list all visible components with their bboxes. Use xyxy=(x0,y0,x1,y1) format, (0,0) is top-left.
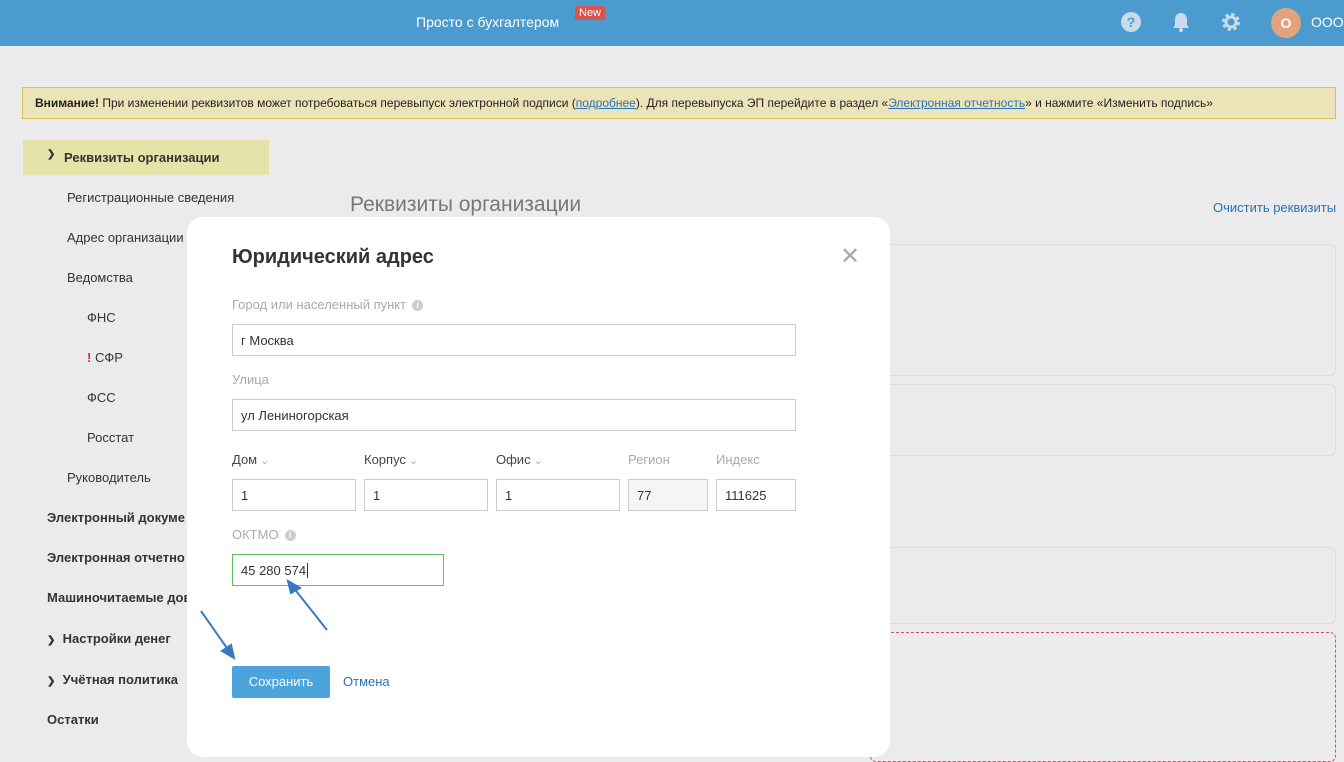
street-input[interactable]: ул Лениногорская xyxy=(232,399,796,431)
warning-text: ). Для перевыпуска ЭП перейдите в раздел… xyxy=(635,96,889,110)
korpus-label[interactable]: Корпус ⌄ xyxy=(364,452,418,467)
house-label[interactable]: Дом ⌄ xyxy=(232,452,269,467)
new-badge: New xyxy=(575,6,606,20)
sidebar-item[interactable]: Электронный докуме xyxy=(47,510,185,525)
sidebar-item[interactable]: ❯ Настройки денег xyxy=(47,631,171,646)
chevron-down-icon: ❯ xyxy=(47,149,56,160)
help-icon[interactable]: ? xyxy=(1120,11,1142,33)
sidebar-item[interactable]: Остатки xyxy=(47,712,99,727)
info-icon[interactable]: i xyxy=(284,530,296,541)
warning-text: При изменении реквизитов может потребова… xyxy=(98,96,576,110)
sidebar-item[interactable]: ФСС xyxy=(87,390,116,405)
sidebar-item[interactable]: ❯ Учётная политика xyxy=(47,672,178,687)
close-icon[interactable]: ✕ xyxy=(840,242,860,271)
info-icon[interactable]: i xyxy=(412,300,424,311)
cancel-link[interactable]: Отмена xyxy=(343,674,390,689)
index-label: Индекс xyxy=(716,452,760,467)
chevron-down-icon: ⌄ xyxy=(533,455,543,467)
details-link[interactable]: подробнее xyxy=(576,96,636,110)
region-input: 77 xyxy=(628,479,708,511)
page-title: Реквизиты организации xyxy=(350,193,582,216)
modal-title: Юридический адрес xyxy=(232,246,434,268)
warning-text: » и нажмите «Изменить подпись» xyxy=(1025,96,1213,110)
sidebar-item-label: Учётная политика xyxy=(62,672,178,687)
office-label[interactable]: Офис ⌄ xyxy=(496,452,543,467)
sidebar-item[interactable]: Росстат xyxy=(87,430,134,445)
alert-mark: ! xyxy=(87,350,92,365)
house-input[interactable]: 1 xyxy=(232,479,356,511)
card xyxy=(870,547,1336,624)
chevron-down-icon: ⌄ xyxy=(260,455,270,467)
brand-title[interactable]: Просто с бухгалтером xyxy=(416,14,559,30)
sidebar-item[interactable]: Электронная отчетно xyxy=(47,550,185,565)
sidebar-item[interactable]: Регистрационные сведения xyxy=(67,190,234,205)
save-button[interactable]: Сохранить xyxy=(232,666,330,698)
korpus-input[interactable]: 1 xyxy=(364,479,488,511)
card xyxy=(870,384,1336,456)
card xyxy=(870,244,1336,376)
sidebar-item-label: СФР xyxy=(94,350,123,365)
oktmo-label: ОКТМО i xyxy=(232,527,296,542)
org-name[interactable]: ООО xyxy=(1311,14,1344,30)
annotation-arrows xyxy=(200,578,328,661)
region-label: Регион xyxy=(628,452,670,467)
sidebar-item[interactable]: Руководитель xyxy=(67,470,151,485)
sidebar-item[interactable]: Адрес организации xyxy=(67,230,184,245)
index-input[interactable]: 111625 xyxy=(716,479,796,511)
sidebar-item-label: Реквизиты организации xyxy=(64,150,220,165)
city-input[interactable]: г Москва xyxy=(232,324,796,356)
office-input[interactable]: 1 xyxy=(496,479,620,511)
city-label: Город или населенный пункт i xyxy=(232,297,424,312)
gear-icon[interactable] xyxy=(1220,11,1242,33)
sidebar-item-label: Настройки денег xyxy=(62,631,171,646)
bell-icon[interactable] xyxy=(1170,11,1192,33)
clear-requisites-link[interactable]: Очистить реквизиты xyxy=(1213,200,1336,215)
sidebar-item[interactable]: ФНС xyxy=(87,310,116,325)
top-bar xyxy=(0,0,1344,46)
street-label: Улица xyxy=(232,372,269,387)
sidebar-item[interactable]: ! СФР xyxy=(87,350,123,365)
sidebar-item[interactable]: Машиночитаемые дов xyxy=(47,590,191,605)
sidebar-item[interactable]: Ведомства xyxy=(67,270,133,285)
chevron-right-icon: ❯ xyxy=(47,635,56,646)
chevron-right-icon: ❯ xyxy=(47,676,56,687)
warning-banner: Внимание! При изменении реквизитов может… xyxy=(22,87,1336,119)
warning-bold: Внимание! xyxy=(35,96,99,110)
e-reporting-link[interactable]: Электронная отчетность xyxy=(888,96,1025,110)
svg-text:?: ? xyxy=(1127,14,1136,30)
avatar[interactable]: О xyxy=(1271,8,1301,38)
chevron-down-icon: ⌄ xyxy=(408,455,419,467)
sidebar-item-requisites[interactable]: ❯ Реквизиты организации xyxy=(23,140,269,175)
